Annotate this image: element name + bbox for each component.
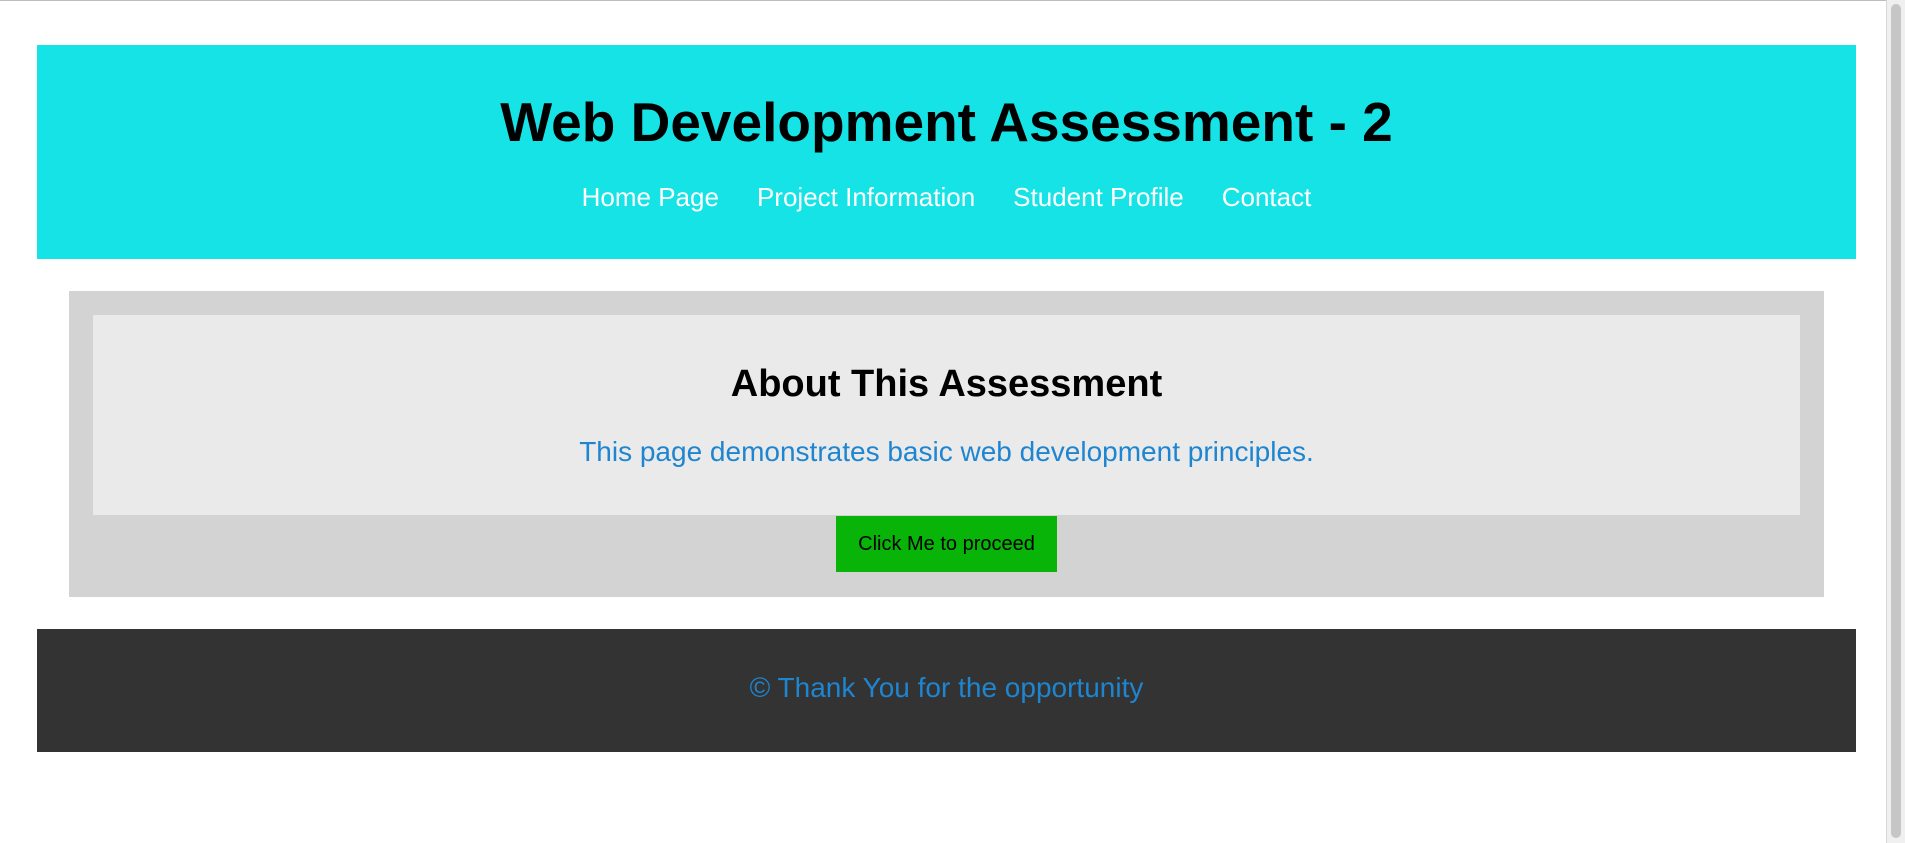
nav-link-student-profile[interactable]: Student Profile	[1013, 184, 1184, 210]
vertical-scrollbar[interactable]	[1886, 0, 1905, 843]
site-footer: © Thank You for the opportunity	[37, 629, 1856, 752]
main-nav: Home Page Project Information Student Pr…	[37, 184, 1856, 210]
nav-link-contact[interactable]: Contact	[1222, 184, 1312, 210]
about-description: This page demonstrates basic web develop…	[579, 436, 1314, 467]
main-section: About This Assessment This page demonstr…	[69, 291, 1824, 597]
page-title: Web Development Assessment - 2	[500, 91, 1393, 153]
nav-link-home[interactable]: Home Page	[582, 184, 719, 210]
page-viewport: Web Development Assessment - 2 Home Page…	[0, 0, 1886, 843]
site-header: Web Development Assessment - 2 Home Page…	[37, 45, 1856, 259]
proceed-button[interactable]: Click Me to proceed	[836, 516, 1057, 572]
scrollbar-thumb[interactable]	[1891, 4, 1901, 838]
about-card: About This Assessment This page demonstr…	[93, 315, 1800, 515]
nav-link-project-information[interactable]: Project Information	[757, 184, 975, 210]
footer-text: © Thank You for the opportunity	[749, 672, 1144, 703]
about-title: About This Assessment	[730, 363, 1163, 405]
